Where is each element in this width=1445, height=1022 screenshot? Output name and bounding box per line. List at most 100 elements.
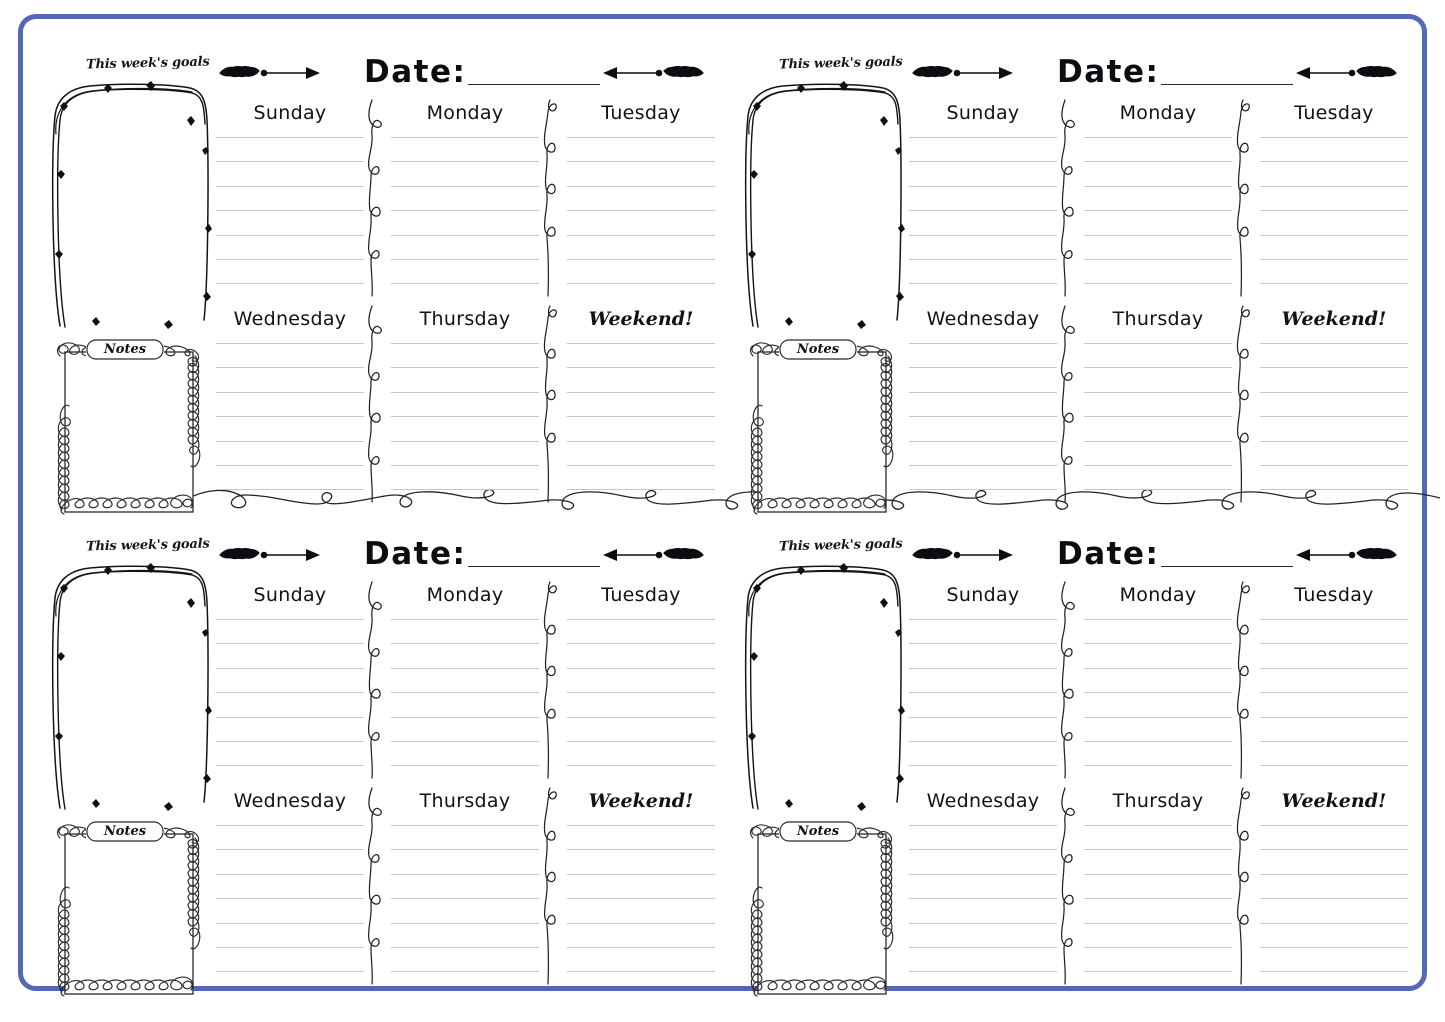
writing-line[interactable] <box>909 343 1057 344</box>
writing-line[interactable] <box>1084 849 1232 851</box>
writing-line[interactable] <box>1260 343 1408 344</box>
goals-box[interactable] <box>739 560 905 811</box>
writing-lines[interactable] <box>1260 619 1408 767</box>
writing-line[interactable] <box>391 367 539 369</box>
writing-line[interactable] <box>909 849 1057 851</box>
notes-box[interactable] <box>741 820 903 1010</box>
writing-line[interactable] <box>1260 692 1408 694</box>
writing-lines[interactable] <box>909 619 1057 767</box>
writing-line[interactable] <box>909 440 1057 442</box>
writing-line[interactable] <box>567 692 715 694</box>
writing-lines[interactable] <box>567 619 715 767</box>
writing-line[interactable] <box>909 367 1057 369</box>
writing-line[interactable] <box>1084 716 1232 718</box>
writing-line[interactable] <box>1260 391 1408 393</box>
writing-line[interactable] <box>1260 946 1408 948</box>
writing-line[interactable] <box>909 416 1057 418</box>
writing-line[interactable] <box>1084 825 1232 826</box>
writing-line[interactable] <box>1084 971 1232 973</box>
writing-line[interactable] <box>216 391 364 393</box>
writing-line[interactable] <box>1260 185 1408 187</box>
writing-line[interactable] <box>909 161 1057 163</box>
notes-box[interactable] <box>741 338 903 528</box>
writing-line[interactable] <box>909 137 1057 138</box>
writing-line[interactable] <box>1084 765 1232 767</box>
writing-line[interactable] <box>567 464 715 466</box>
writing-line[interactable] <box>391 716 539 718</box>
writing-line[interactable] <box>1260 234 1408 236</box>
writing-lines[interactable] <box>909 825 1057 973</box>
writing-line[interactable] <box>567 391 715 393</box>
writing-line[interactable] <box>216 185 364 187</box>
notes-box[interactable] <box>48 338 210 528</box>
writing-line[interactable] <box>1084 391 1232 393</box>
writing-line[interactable] <box>1084 343 1232 344</box>
writing-line[interactable] <box>909 283 1057 285</box>
writing-line[interactable] <box>567 619 715 620</box>
writing-line[interactable] <box>391 489 539 491</box>
notes-box[interactable] <box>48 820 210 1010</box>
writing-lines[interactable] <box>1260 343 1408 491</box>
writing-line[interactable] <box>216 825 364 826</box>
writing-line[interactable] <box>567 971 715 973</box>
writing-line[interactable] <box>567 946 715 948</box>
writing-lines[interactable] <box>391 137 539 285</box>
writing-line[interactable] <box>1084 137 1232 138</box>
writing-lines[interactable] <box>1084 137 1232 285</box>
goals-box[interactable] <box>46 560 212 811</box>
goals-box[interactable] <box>739 78 905 329</box>
writing-line[interactable] <box>1084 464 1232 466</box>
writing-line[interactable] <box>216 716 364 718</box>
writing-line[interactable] <box>567 283 715 285</box>
writing-line[interactable] <box>391 440 539 442</box>
writing-line[interactable] <box>216 849 364 851</box>
writing-line[interactable] <box>567 716 715 718</box>
writing-line[interactable] <box>216 489 364 491</box>
writing-line[interactable] <box>216 234 364 236</box>
writing-line[interactable] <box>391 619 539 620</box>
writing-line[interactable] <box>1260 898 1408 900</box>
writing-lines[interactable] <box>216 343 364 491</box>
writing-line[interactable] <box>567 258 715 260</box>
writing-line[interactable] <box>1260 489 1408 491</box>
writing-line[interactable] <box>1260 667 1408 669</box>
writing-line[interactable] <box>216 946 364 948</box>
writing-line[interactable] <box>216 210 364 212</box>
date-input-blank[interactable] <box>1161 84 1293 85</box>
writing-line[interactable] <box>909 643 1057 645</box>
writing-line[interactable] <box>216 343 364 344</box>
writing-lines[interactable] <box>909 137 1057 285</box>
writing-line[interactable] <box>391 210 539 212</box>
writing-line[interactable] <box>567 161 715 163</box>
writing-line[interactable] <box>1084 922 1232 924</box>
writing-line[interactable] <box>391 825 539 826</box>
writing-line[interactable] <box>216 922 364 924</box>
writing-line[interactable] <box>909 740 1057 742</box>
goals-box[interactable] <box>46 78 212 329</box>
writing-line[interactable] <box>1260 137 1408 138</box>
writing-line[interactable] <box>567 873 715 875</box>
writing-lines[interactable] <box>216 619 364 767</box>
writing-line[interactable] <box>567 489 715 491</box>
writing-line[interactable] <box>567 740 715 742</box>
writing-line[interactable] <box>216 416 364 418</box>
writing-line[interactable] <box>391 234 539 236</box>
writing-line[interactable] <box>567 343 715 344</box>
writing-line[interactable] <box>1084 416 1232 418</box>
writing-line[interactable] <box>216 619 364 620</box>
writing-line[interactable] <box>567 440 715 442</box>
writing-line[interactable] <box>391 161 539 163</box>
writing-line[interactable] <box>909 692 1057 694</box>
writing-line[interactable] <box>391 391 539 393</box>
writing-lines[interactable] <box>1084 825 1232 973</box>
writing-lines[interactable] <box>216 137 364 285</box>
writing-line[interactable] <box>391 849 539 851</box>
writing-line[interactable] <box>567 137 715 138</box>
writing-line[interactable] <box>391 464 539 466</box>
writing-line[interactable] <box>567 416 715 418</box>
writing-line[interactable] <box>216 740 364 742</box>
writing-line[interactable] <box>909 946 1057 948</box>
writing-lines[interactable] <box>391 825 539 973</box>
writing-line[interactable] <box>567 234 715 236</box>
writing-line[interactable] <box>1260 716 1408 718</box>
